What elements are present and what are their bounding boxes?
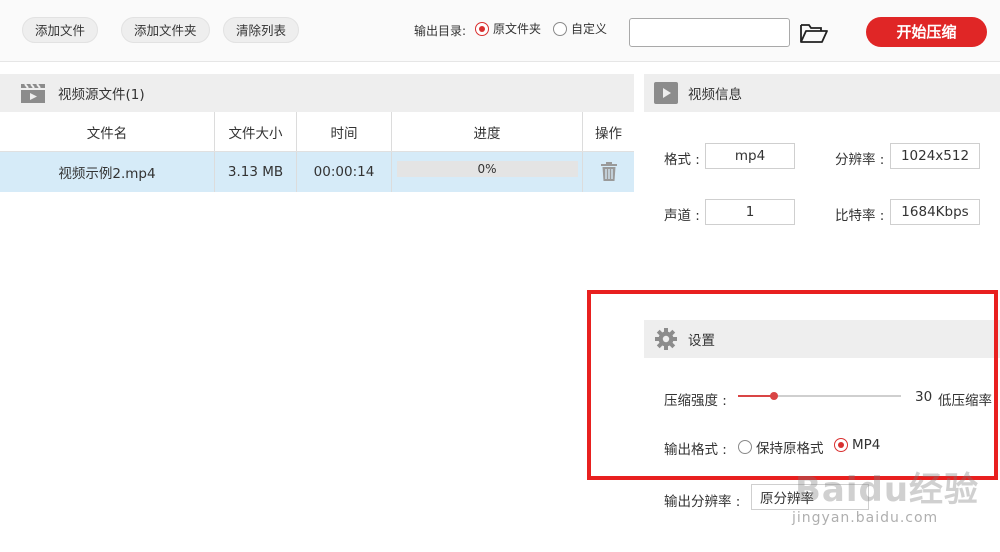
channel-label: 声道 :: [664, 208, 700, 224]
add-file-button[interactable]: 添加文件: [22, 17, 99, 43]
output-path-input[interactable]: [629, 18, 790, 47]
clear-list-button[interactable]: 清除列表: [223, 17, 300, 43]
file-panel-header: 视频源文件(1): [0, 74, 634, 112]
output-dir-label: 输出目录:: [414, 24, 467, 38]
highlight-frame: [587, 290, 998, 480]
output-original-folder-label: 原文件夹: [493, 22, 542, 36]
radio-checked-icon: [475, 21, 489, 36]
output-custom-label: 自定义: [571, 22, 608, 36]
add-folder-button[interactable]: 添加文件夹: [121, 17, 210, 43]
trash-icon: [600, 162, 617, 181]
file-duration: 00:00:14: [297, 152, 392, 192]
file-size: 3.13 MB: [215, 152, 297, 192]
delete-button[interactable]: [583, 152, 634, 192]
watermark-brand: Baidu经验: [795, 470, 980, 510]
output-resolution-label: 输出分辨率 :: [664, 494, 741, 510]
format-value: mp4: [705, 143, 795, 169]
output-original-folder-radio[interactable]: 原文件夹: [475, 20, 541, 37]
bitrate-value: 1684Kbps: [890, 199, 980, 225]
progress-bar: 0%: [396, 161, 578, 177]
col-progress: 进度: [392, 112, 583, 151]
radio-unchecked-icon: [553, 21, 567, 36]
col-duration: 时间: [297, 112, 392, 151]
col-filesize: 文件大小: [215, 112, 297, 151]
progress-cell: 0%: [392, 152, 583, 192]
file-name: 视频示例2.mp4: [0, 152, 215, 192]
folder-open-icon: [800, 24, 828, 43]
resolution-value: 1024x512: [890, 143, 980, 169]
file-panel-title: 视频源文件(1): [58, 87, 145, 103]
clapperboard-icon: [21, 83, 45, 103]
format-label: 格式 :: [664, 152, 700, 168]
table-row[interactable]: 视频示例2.mp4 3.13 MB 00:00:14 0%: [0, 152, 634, 192]
file-table: 文件名 文件大小 时间 进度 操作 视频示例2.mp4 3.13 MB 00:0…: [0, 112, 634, 192]
browse-folder-button[interactable]: [799, 20, 829, 46]
video-info-title: 视频信息: [688, 87, 742, 103]
resolution-label: 分辨率 :: [835, 152, 885, 168]
col-actions: 操作: [595, 125, 622, 142]
bitrate-label: 比特率 :: [835, 208, 885, 224]
play-icon: [654, 82, 678, 104]
video-info-header: 视频信息: [644, 74, 1000, 112]
toolbar: 添加文件 添加文件夹 清除列表 输出目录: 原文件夹 自定义 开始压缩: [0, 0, 1000, 62]
start-compress-button[interactable]: 开始压缩: [866, 17, 987, 47]
col-filename: 文件名: [0, 112, 215, 151]
table-header: 文件名 文件大小 时间 进度 操作: [0, 112, 634, 152]
channel-value: 1: [705, 199, 795, 225]
progress-text: 0%: [477, 162, 497, 176]
output-custom-radio[interactable]: 自定义: [553, 20, 607, 37]
watermark-url: jingyan.baidu.com: [792, 510, 939, 526]
